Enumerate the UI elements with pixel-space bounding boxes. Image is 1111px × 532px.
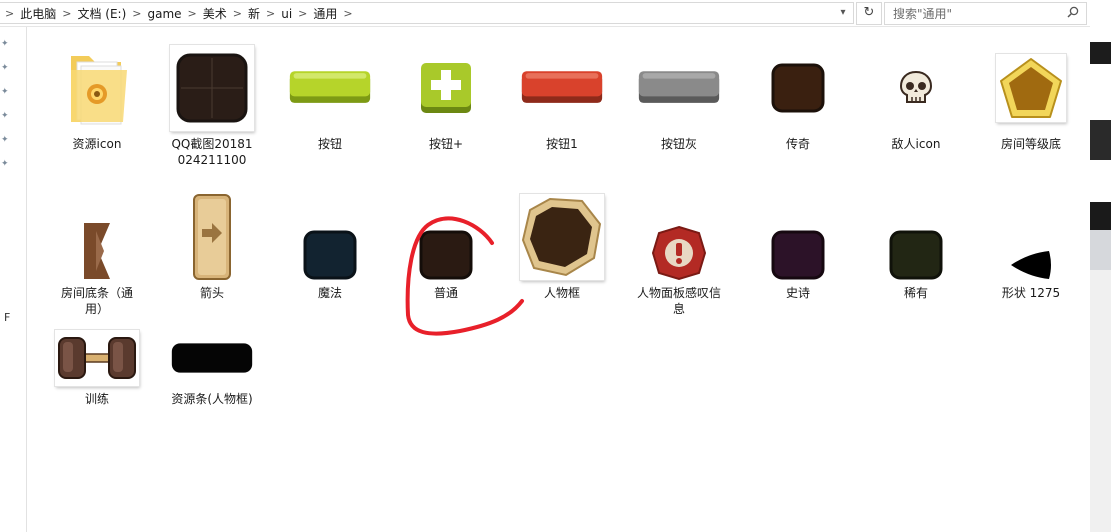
skull-icon bbox=[899, 70, 933, 103]
red-button-thumbnail bbox=[521, 71, 603, 103]
breadcrumb-this-pc[interactable]: 此电脑 bbox=[17, 5, 59, 22]
arrow-panel-thumbnail bbox=[193, 194, 231, 280]
folder-icon bbox=[71, 56, 127, 125]
file-item-resource-icon-folder[interactable]: 资源icon bbox=[55, 44, 139, 152]
chevron-right-icon[interactable]: > bbox=[295, 7, 310, 20]
pin-icon[interactable]: ✦ bbox=[1, 63, 11, 73]
search-input[interactable] bbox=[891, 5, 1055, 23]
search-box[interactable] bbox=[884, 2, 1087, 25]
adjacent-window-edge bbox=[1090, 0, 1111, 532]
breadcrumb-art[interactable]: 美术 bbox=[200, 5, 230, 22]
breadcrumb-ui[interactable]: ui bbox=[278, 7, 295, 21]
file-item-button-gray[interactable]: 按钮灰 bbox=[637, 44, 721, 152]
file-item-button[interactable]: 按钮 bbox=[288, 44, 372, 152]
file-name: 普通 bbox=[433, 286, 458, 300]
file-item-epic[interactable]: 史诗 bbox=[756, 193, 840, 301]
dark-panel-thumbnail bbox=[176, 53, 248, 123]
file-name: 传奇 bbox=[785, 137, 810, 151]
file-name: 训练 bbox=[84, 392, 109, 406]
file-name: 人物面板感叹信息 bbox=[637, 286, 722, 316]
breadcrumb-game[interactable]: game bbox=[144, 7, 184, 21]
file-name: 资源条(人物框) bbox=[171, 392, 253, 406]
file-item-arrow[interactable]: 箭头 bbox=[170, 193, 254, 301]
navy-square-thumbnail bbox=[303, 230, 357, 280]
chevron-right-icon[interactable]: > bbox=[185, 7, 200, 20]
pin-icon[interactable]: ✦ bbox=[1, 159, 11, 169]
file-name: 房间等级底 bbox=[1000, 137, 1061, 151]
pin-icon[interactable]: ✦ bbox=[1, 87, 11, 97]
file-item-normal[interactable]: 普通 bbox=[404, 193, 488, 301]
character-frame-thumbnail bbox=[521, 197, 602, 277]
black-shape-thumbnail bbox=[1011, 251, 1051, 279]
refresh-button[interactable]: ↻ bbox=[856, 2, 882, 25]
file-name: 敌人icon bbox=[891, 137, 941, 151]
dark-brown-square-thumbnail bbox=[419, 230, 473, 280]
file-name: 箭头 bbox=[199, 286, 224, 300]
brown-square-thumbnail bbox=[771, 63, 825, 113]
file-item-button-1[interactable]: 按钮1 bbox=[520, 44, 604, 152]
file-name: 形状 1275 bbox=[1001, 286, 1061, 300]
file-item-qq-screenshot[interactable]: QQ截图20181024211100 bbox=[170, 44, 254, 168]
gold-pentagon-thumbnail bbox=[1000, 58, 1062, 118]
exclamation-badge-thumbnail bbox=[651, 225, 707, 281]
chevron-right-icon[interactable]: > bbox=[340, 7, 355, 20]
file-name: 史诗 bbox=[785, 286, 810, 300]
olive-square-thumbnail bbox=[889, 230, 943, 280]
toolbar: > 此电脑 > 文档 (E:) > game > 美术 > 新 > ui > 通… bbox=[0, 0, 1090, 27]
navigation-pane[interactable]: ✦ ✦ ✦ ✦ ✦ ✦ F bbox=[0, 27, 27, 532]
pin-icon[interactable]: ✦ bbox=[1, 111, 11, 121]
pin-icon[interactable]: ✦ bbox=[1, 135, 11, 145]
file-item-resource-bar[interactable]: 资源条(人物框) bbox=[170, 329, 254, 407]
file-item-button-plus[interactable]: 按钮+ bbox=[404, 44, 488, 152]
file-name: 按钮灰 bbox=[660, 137, 697, 151]
bookmark-strip-thumbnail bbox=[84, 223, 110, 279]
file-item-magic[interactable]: 魔法 bbox=[288, 193, 372, 301]
chevron-right-icon[interactable]: > bbox=[263, 7, 278, 20]
file-name: 按钮+ bbox=[428, 137, 464, 151]
breadcrumb-root-chevron-icon[interactable]: > bbox=[2, 7, 17, 20]
nav-item-label[interactable]: F bbox=[4, 311, 10, 324]
gray-button-thumbnail bbox=[638, 71, 720, 103]
file-item-character-panel-exclamation[interactable]: 人物面板感叹信息 bbox=[637, 193, 721, 317]
file-name: 人物框 bbox=[543, 286, 580, 300]
file-name: 资源icon bbox=[72, 137, 122, 151]
pin-icon[interactable]: ✦ bbox=[1, 39, 11, 49]
breadcrumb-drive-e[interactable]: 文档 (E:) bbox=[74, 5, 129, 22]
file-name: QQ截图20181024211100 bbox=[171, 137, 253, 167]
chevron-right-icon[interactable]: > bbox=[59, 7, 74, 20]
chevron-down-icon[interactable]: ▾ bbox=[836, 4, 850, 22]
purple-square-thumbnail bbox=[771, 230, 825, 280]
file-item-rare[interactable]: 稀有 bbox=[874, 193, 958, 301]
breadcrumb: > 此电脑 > 文档 (E:) > game > 美术 > 新 > ui > 通… bbox=[2, 5, 356, 22]
breadcrumb-common[interactable]: 通用 bbox=[310, 5, 340, 22]
file-item-character-frame[interactable]: 人物框 bbox=[520, 193, 604, 301]
address-bar[interactable]: > 此电脑 > 文档 (E:) > game > 美术 > 新 > ui > 通… bbox=[0, 2, 854, 24]
file-item-room-level-base[interactable]: 房间等级底 bbox=[989, 44, 1073, 152]
file-name: 稀有 bbox=[903, 286, 928, 300]
file-name: 按钮 bbox=[317, 137, 342, 151]
file-item-enemy-icon[interactable]: 敌人icon bbox=[874, 44, 958, 152]
file-item-legendary[interactable]: 传奇 bbox=[756, 44, 840, 152]
green-plus-button-thumbnail bbox=[421, 63, 471, 113]
file-name: 魔法 bbox=[317, 286, 342, 300]
dumbbell-thumbnail bbox=[58, 337, 136, 379]
file-item-room-bottom-strip[interactable]: 房间底条（通用） bbox=[55, 193, 139, 317]
file-item-shape-1275[interactable]: 形状 1275 bbox=[989, 193, 1073, 301]
chevron-right-icon[interactable]: > bbox=[129, 7, 144, 20]
search-icon[interactable] bbox=[1067, 6, 1079, 18]
file-name: 房间底条（通用） bbox=[60, 286, 133, 316]
file-item-training[interactable]: 训练 bbox=[55, 329, 139, 407]
breadcrumb-new[interactable]: 新 bbox=[245, 5, 263, 22]
black-bar-thumbnail bbox=[171, 343, 253, 373]
file-name: 按钮1 bbox=[546, 137, 578, 151]
chevron-right-icon[interactable]: > bbox=[230, 7, 245, 20]
green-button-thumbnail bbox=[289, 71, 371, 103]
